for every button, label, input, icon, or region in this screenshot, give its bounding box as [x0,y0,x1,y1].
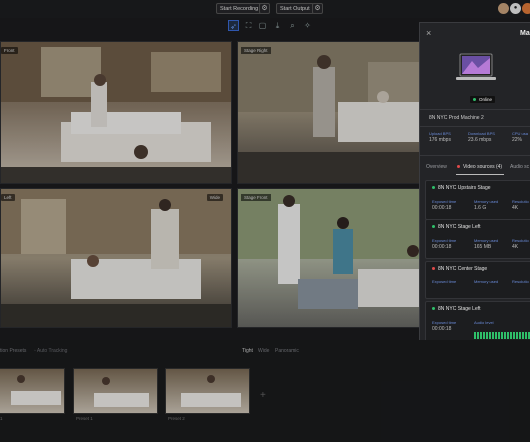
exposed-label: Exposed time [432,199,457,204]
tab-video-sources[interactable]: Video sources (4) [457,164,502,170]
audio-level-label: Audio level [474,320,494,325]
frame-icon[interactable]: ▢ [257,20,268,31]
divider [420,126,530,127]
video-source-card[interactable]: 8N NYC Stage Left Exposed time 00:00:18 … [425,219,530,259]
preset-thumbnail[interactable] [0,368,65,414]
status-badge: Online [470,96,496,103]
download-value: 23.6 mbps [468,137,492,143]
camera-feed-left[interactable]: Left Wide [0,188,232,328]
camera-label: Stage Front [241,194,271,201]
exposed-value: 00:00:18 [432,326,452,332]
resolution-value: 4K [512,205,519,211]
divider [420,155,530,156]
source-name: 8N NYC Upstairs Stage [438,185,491,191]
active-tab-indicator [456,174,504,175]
resolution-label: Resolutio [512,238,529,243]
preset-thumbnail[interactable] [165,368,250,414]
auto-tracking-toggle[interactable]: ◦ Auto Tracking [34,348,67,354]
audio-level-bars [474,332,530,339]
add-preset-button[interactable]: + [260,390,266,401]
status-text: Online [479,97,493,102]
source-name: 8N NYC Stage Left [438,224,481,230]
upload-value: 176 mbps [429,137,451,143]
tab-audio-sources[interactable]: Audio sc [510,164,529,170]
source-name: 8N NYC Center Stage [438,266,488,272]
camera-label: Stage Right [241,47,271,54]
presets-heading: tion Presets [0,348,27,354]
divider [420,109,530,110]
preset-image [94,377,149,407]
preset-label: Preset 2 [168,416,185,421]
audio-level-meter [474,326,530,339]
source-title: 8N NYC Stage Left [432,224,481,230]
hospital-room-image [1,42,231,183]
hospital-room-image [1,189,231,327]
camera-grid: Front Stage Right Left Wide Stage Front [0,38,475,330]
start-recording-button[interactable]: Start Recording [216,3,263,14]
source-name: 8N NYC Stage Left [438,306,481,312]
exposed-label: Exposed time [432,320,457,325]
online-dot-icon [473,98,476,102]
pointer-icon[interactable]: ➶ [228,20,239,31]
camera-feed-front[interactable]: Front [0,41,232,184]
camera-label: Front [1,47,18,54]
recording-settings-gear-icon[interactable]: ⚙ [259,3,270,14]
output-settings-gear-icon[interactable]: ⚙ [312,3,323,14]
tab-label: Video sources (4) [463,164,503,170]
status-dot-icon [432,225,435,229]
exposed-label: Exposed time [432,238,457,243]
memory-value: 165 MB [474,244,492,250]
video-source-card[interactable]: 8N NYC Center Stage Exposed time Memory … [425,261,530,299]
resolution-label: Resolutio [512,279,529,284]
memory-label: Memory used [474,199,499,204]
exposed-value: 00:00:18 [432,205,452,211]
memory-label: Memory used [474,279,499,284]
auto-tracking-label: Auto Tracking [36,348,68,354]
panel-title: Ma [520,30,530,37]
avatar[interactable] [498,3,509,14]
source-title: 8N NYC Upstairs Stage [432,185,491,191]
memory-value: 1.6 G [474,205,487,211]
alert-dot-icon [457,165,460,169]
tab-overview[interactable]: Overview [426,164,447,170]
crop-icon[interactable]: ⛶ [243,20,254,31]
video-source-card[interactable]: 8N NYC Stage Left Exposed time 00:00:18 … [425,301,530,340]
sparkle-icon[interactable]: ✧ [302,20,313,31]
camera-label: Left [1,194,15,201]
status-dot-icon [432,186,435,190]
close-icon[interactable]: × [426,28,431,38]
cpu-value: 22% [512,137,523,143]
video-source-card[interactable]: 8N NYC Upstairs Stage Exposed time 00:00… [425,180,530,220]
machine-details-panel: × Ma Online 8N NYC Prod Machine 2 Upload… [419,22,530,340]
download-label: Download BPS [468,131,495,136]
status-dot-icon [432,267,435,271]
upload-label: Upload BPS [429,131,451,136]
resolution-value: 4K [512,244,519,250]
camera-label: Wide [206,194,223,201]
source-title: 8N NYC Stage Left [432,306,481,312]
device-name: 8N NYC Prod Machine 2 [429,115,484,121]
memory-label: Memory used [474,238,499,243]
preset-label: Preset 1 [76,416,93,421]
user-avatar[interactable]: ● [510,3,521,14]
status-dot-icon [432,307,435,311]
cpu-label: CPU usa [512,131,529,136]
preset-image [11,375,61,405]
exposed-label: Exposed time [432,279,457,284]
download-icon[interactable]: ⤓ [272,20,283,31]
preset-image [181,375,241,407]
preset-label: 1 [0,416,3,421]
zoom-icon[interactable]: ⌕ [287,20,298,31]
laptop-icon [456,53,496,80]
exposed-value: 00:00:18 [432,244,452,250]
framing-wide-tab[interactable]: Wide [258,348,269,354]
start-output-button[interactable]: Start Output [276,3,314,14]
profile-avatar[interactable] [522,3,530,14]
preset-thumbnail[interactable] [73,368,158,414]
source-title: 8N NYC Center Stage [432,266,487,272]
framing-tight-tab[interactable]: Tight [242,348,253,354]
framing-panoramic-tab[interactable]: Panoramic [275,348,299,354]
resolution-label: Resolutio [512,199,529,204]
